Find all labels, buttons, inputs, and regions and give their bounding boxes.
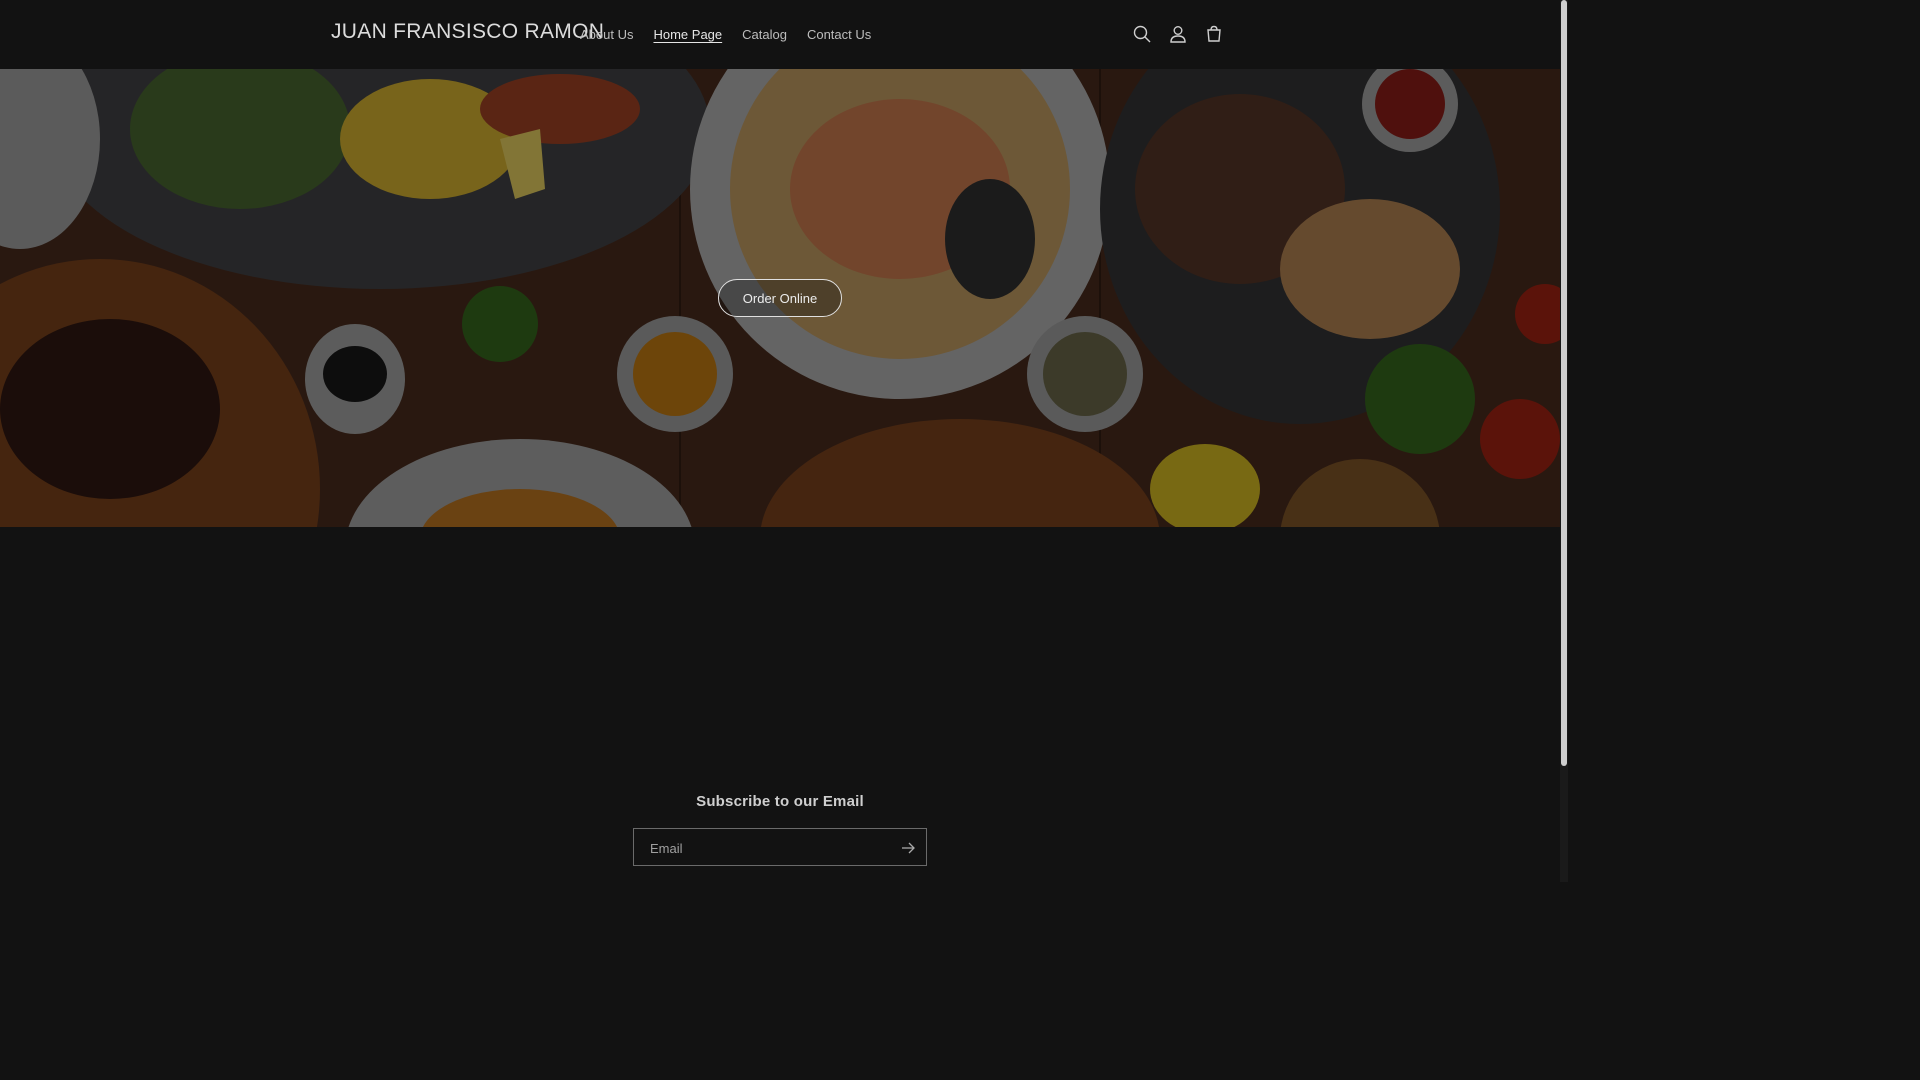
nav-link-catalog[interactable]: Catalog	[732, 24, 797, 45]
email-input[interactable]	[634, 829, 902, 867]
site-header: JUAN FRANSISCO RAMON About Us Home Page …	[0, 0, 1560, 70]
search-button[interactable]	[1124, 16, 1160, 52]
nav-link-contact-us[interactable]: Contact Us	[797, 24, 881, 45]
account-button[interactable]	[1160, 16, 1196, 52]
arrow-right-icon	[902, 842, 915, 854]
nav-link-about-us[interactable]: About Us	[570, 24, 643, 45]
cart-button[interactable]	[1196, 16, 1232, 52]
search-icon	[1133, 25, 1151, 43]
hero-banner: Order Online	[0, 69, 1560, 527]
main-nav: About Us Home Page Catalog Contact Us	[570, 24, 881, 45]
email-submit-button[interactable]	[898, 838, 918, 858]
cart-icon	[1207, 25, 1221, 42]
newsletter-title: Subscribe to our Email	[696, 793, 864, 810]
account-icon	[1170, 26, 1186, 43]
newsletter-form	[633, 828, 927, 867]
header-icons	[1124, 16, 1232, 52]
nav-link-home-page[interactable]: Home Page	[643, 24, 732, 45]
order-online-button[interactable]: Order Online	[718, 279, 842, 317]
scrollbar-thumb[interactable]	[1561, 0, 1567, 766]
page-scrollbar[interactable]	[1560, 0, 1568, 882]
site-logo[interactable]: JUAN FRANSISCO RAMON	[331, 20, 604, 44]
